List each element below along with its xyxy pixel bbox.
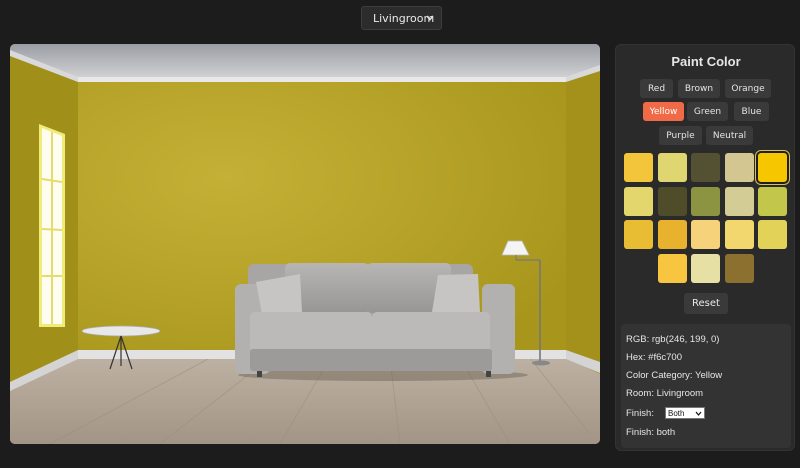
category-label: Neutral	[712, 130, 747, 141]
color-swatch[interactable]	[691, 186, 720, 216]
category-green-button[interactable]: Green	[687, 102, 728, 121]
category-label: Yellow	[649, 106, 678, 117]
color-info: RGB: rgb(246, 199, 0) Hex: #f6c700 Color…	[621, 324, 791, 448]
category-label: Green	[693, 106, 722, 117]
reset-button[interactable]: Reset	[684, 293, 728, 314]
category-blue-button[interactable]: Blue	[734, 102, 769, 121]
category-label: Blue	[741, 106, 762, 117]
finish-select[interactable]: Both	[665, 407, 705, 419]
finish-select-value: Both	[668, 408, 685, 418]
category-label: Brown	[684, 83, 714, 94]
finish-row: Finish: Both	[626, 407, 705, 419]
color-swatch[interactable]	[624, 153, 653, 182]
panel-title: Paint Color	[671, 54, 741, 69]
category-red-button[interactable]: Red	[640, 79, 673, 98]
room-preview	[10, 44, 600, 444]
finish-text: Finish: both	[626, 427, 676, 438]
color-swatch[interactable]	[624, 220, 653, 249]
color-swatch[interactable]	[657, 220, 687, 249]
window	[39, 124, 65, 327]
color-swatch[interactable]	[657, 186, 687, 216]
category-orange-button[interactable]: Orange	[725, 79, 771, 98]
hex-value: Hex: #f6c700	[626, 352, 682, 363]
color-category: Color Category: Yellow	[626, 370, 723, 381]
room-select[interactable]: Livingroom	[361, 6, 442, 30]
right-wall	[566, 68, 600, 374]
room-name: Room: Livingroom	[626, 388, 704, 399]
color-swatch[interactable]	[756, 151, 789, 184]
category-brown-button[interactable]: Brown	[678, 79, 720, 98]
color-swatch[interactable]	[724, 220, 754, 249]
category-label: Red	[647, 83, 666, 94]
color-swatch[interactable]	[758, 186, 787, 216]
color-swatch[interactable]	[758, 220, 787, 249]
color-swatch[interactable]	[724, 186, 754, 216]
finish-label: Finish:	[626, 408, 654, 419]
color-swatch[interactable]	[724, 253, 754, 283]
color-swatch[interactable]	[657, 253, 687, 283]
color-swatch[interactable]	[691, 253, 720, 283]
rgb-value: RGB: rgb(246, 199, 0)	[626, 334, 720, 345]
color-swatch[interactable]	[691, 153, 720, 182]
category-label: Purple	[666, 130, 695, 141]
ceiling	[10, 44, 600, 81]
chevron-down-icon	[695, 411, 702, 416]
top-bar: Livingroom	[0, 0, 800, 40]
category-purple-button[interactable]: Purple	[659, 126, 702, 145]
category-yellow-button[interactable]: Yellow	[643, 102, 684, 121]
color-swatch[interactable]	[691, 220, 720, 249]
category-neutral-button[interactable]: Neutral	[706, 126, 753, 145]
color-swatch[interactable]	[624, 186, 653, 216]
color-swatch[interactable]	[724, 153, 754, 182]
chevron-down-icon	[426, 15, 434, 21]
color-swatch[interactable]	[657, 153, 687, 182]
paint-color-panel: Paint Color Red Brown Orange Yellow Gree…	[615, 44, 795, 451]
reset-label: Reset	[692, 298, 720, 309]
category-label: Orange	[731, 83, 765, 94]
